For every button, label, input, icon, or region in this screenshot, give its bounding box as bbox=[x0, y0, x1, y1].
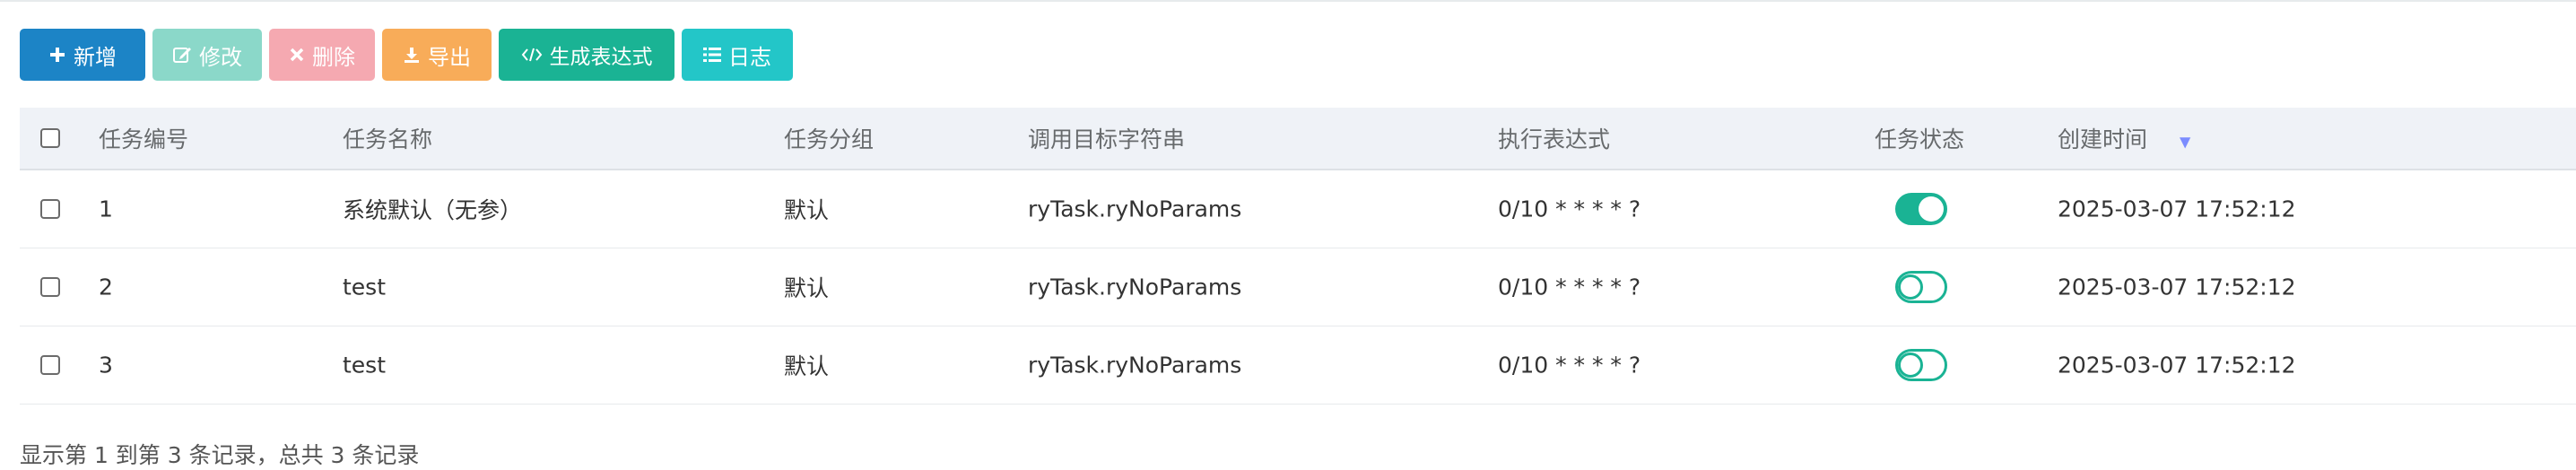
toolbar: 新增 修改 删除 导出 生成表达式 日志 bbox=[20, 29, 793, 81]
header-created[interactable]: 创建时间 bbox=[2058, 122, 2147, 154]
table-row[interactable]: 1 系统默认（无参） 默认 ryTask.ryNoParams 0/10 * *… bbox=[20, 170, 2576, 248]
add-button[interactable]: 新增 bbox=[20, 29, 145, 81]
cell-name: test bbox=[343, 352, 387, 379]
log-button-label: 日志 bbox=[728, 44, 771, 70]
generate-expression-button[interactable]: 生成表达式 bbox=[499, 29, 674, 81]
add-button-label: 新增 bbox=[74, 44, 117, 70]
edit-button-label: 修改 bbox=[199, 44, 242, 70]
status-toggle[interactable] bbox=[1895, 271, 1947, 303]
header-status[interactable]: 任务状态 bbox=[1875, 122, 1964, 154]
cell-target: ryTask.ryNoParams bbox=[1028, 274, 1242, 300]
plus-icon bbox=[48, 46, 66, 64]
cell-cron: 0/10 * * * * ? bbox=[1498, 196, 1641, 222]
cell-cron: 0/10 * * * * ? bbox=[1498, 352, 1641, 379]
close-icon bbox=[289, 47, 305, 63]
delete-button[interactable]: 删除 bbox=[269, 29, 375, 81]
cell-cron: 0/10 * * * * ? bbox=[1498, 274, 1641, 300]
toggle-knob bbox=[1898, 274, 1923, 300]
cell-created: 2025-03-07 17:52:12 bbox=[2058, 196, 2296, 222]
header-name[interactable]: 任务名称 bbox=[343, 122, 432, 154]
cell-target: ryTask.ryNoParams bbox=[1028, 352, 1242, 379]
table-row[interactable]: 3 test 默认 ryTask.ryNoParams 0/10 * * * *… bbox=[20, 326, 2576, 405]
cell-name: 系统默认（无参） bbox=[343, 197, 523, 223]
log-button[interactable]: 日志 bbox=[682, 29, 793, 81]
row-checkbox[interactable] bbox=[40, 277, 60, 297]
job-table: 任务编号 任务名称 任务分组 调用目标字符串 执行表达式 任务状态 创建时间 ▼… bbox=[20, 108, 2576, 405]
header-group[interactable]: 任务分组 bbox=[784, 122, 874, 154]
cell-target: ryTask.ryNoParams bbox=[1028, 196, 1242, 222]
pagination-summary: 显示第 1 到第 3 条记录，总共 3 条记录 bbox=[20, 442, 420, 468]
header-target[interactable]: 调用目标字符串 bbox=[1028, 122, 1185, 154]
cell-name: test bbox=[343, 274, 387, 300]
list-icon bbox=[703, 47, 721, 63]
status-toggle[interactable] bbox=[1895, 349, 1947, 381]
delete-button-label: 删除 bbox=[312, 44, 355, 70]
toggle-knob bbox=[1919, 196, 1944, 222]
edit-button[interactable]: 修改 bbox=[152, 29, 262, 81]
top-divider bbox=[0, 0, 2576, 2]
export-button[interactable]: 导出 bbox=[382, 29, 492, 81]
row-checkbox[interactable] bbox=[40, 199, 60, 219]
select-all-checkbox[interactable] bbox=[40, 128, 60, 148]
cell-id: 1 bbox=[99, 196, 113, 222]
row-checkbox[interactable] bbox=[40, 355, 60, 375]
cell-created: 2025-03-07 17:52:12 bbox=[2058, 352, 2296, 379]
table-header: 任务编号 任务名称 任务分组 调用目标字符串 执行表达式 任务状态 创建时间 ▼ bbox=[20, 108, 2576, 170]
edit-icon bbox=[172, 45, 192, 65]
cell-group: 默认 bbox=[784, 353, 830, 379]
cell-created: 2025-03-07 17:52:12 bbox=[2058, 274, 2296, 300]
code-icon bbox=[521, 47, 543, 63]
generate-expression-button-label: 生成表达式 bbox=[549, 46, 653, 69]
status-toggle[interactable] bbox=[1895, 193, 1947, 225]
cell-group: 默认 bbox=[784, 197, 830, 223]
header-cron[interactable]: 执行表达式 bbox=[1498, 122, 1610, 154]
cell-id: 2 bbox=[99, 274, 113, 300]
cell-id: 3 bbox=[99, 352, 113, 379]
export-button-label: 导出 bbox=[428, 44, 471, 70]
cell-group: 默认 bbox=[784, 275, 830, 301]
download-icon bbox=[403, 46, 421, 64]
toggle-knob bbox=[1898, 352, 1923, 378]
header-id[interactable]: 任务编号 bbox=[99, 122, 188, 154]
table-row[interactable]: 2 test 默认 ryTask.ryNoParams 0/10 * * * *… bbox=[20, 248, 2576, 326]
sort-desc-icon[interactable]: ▼ bbox=[2180, 133, 2190, 150]
